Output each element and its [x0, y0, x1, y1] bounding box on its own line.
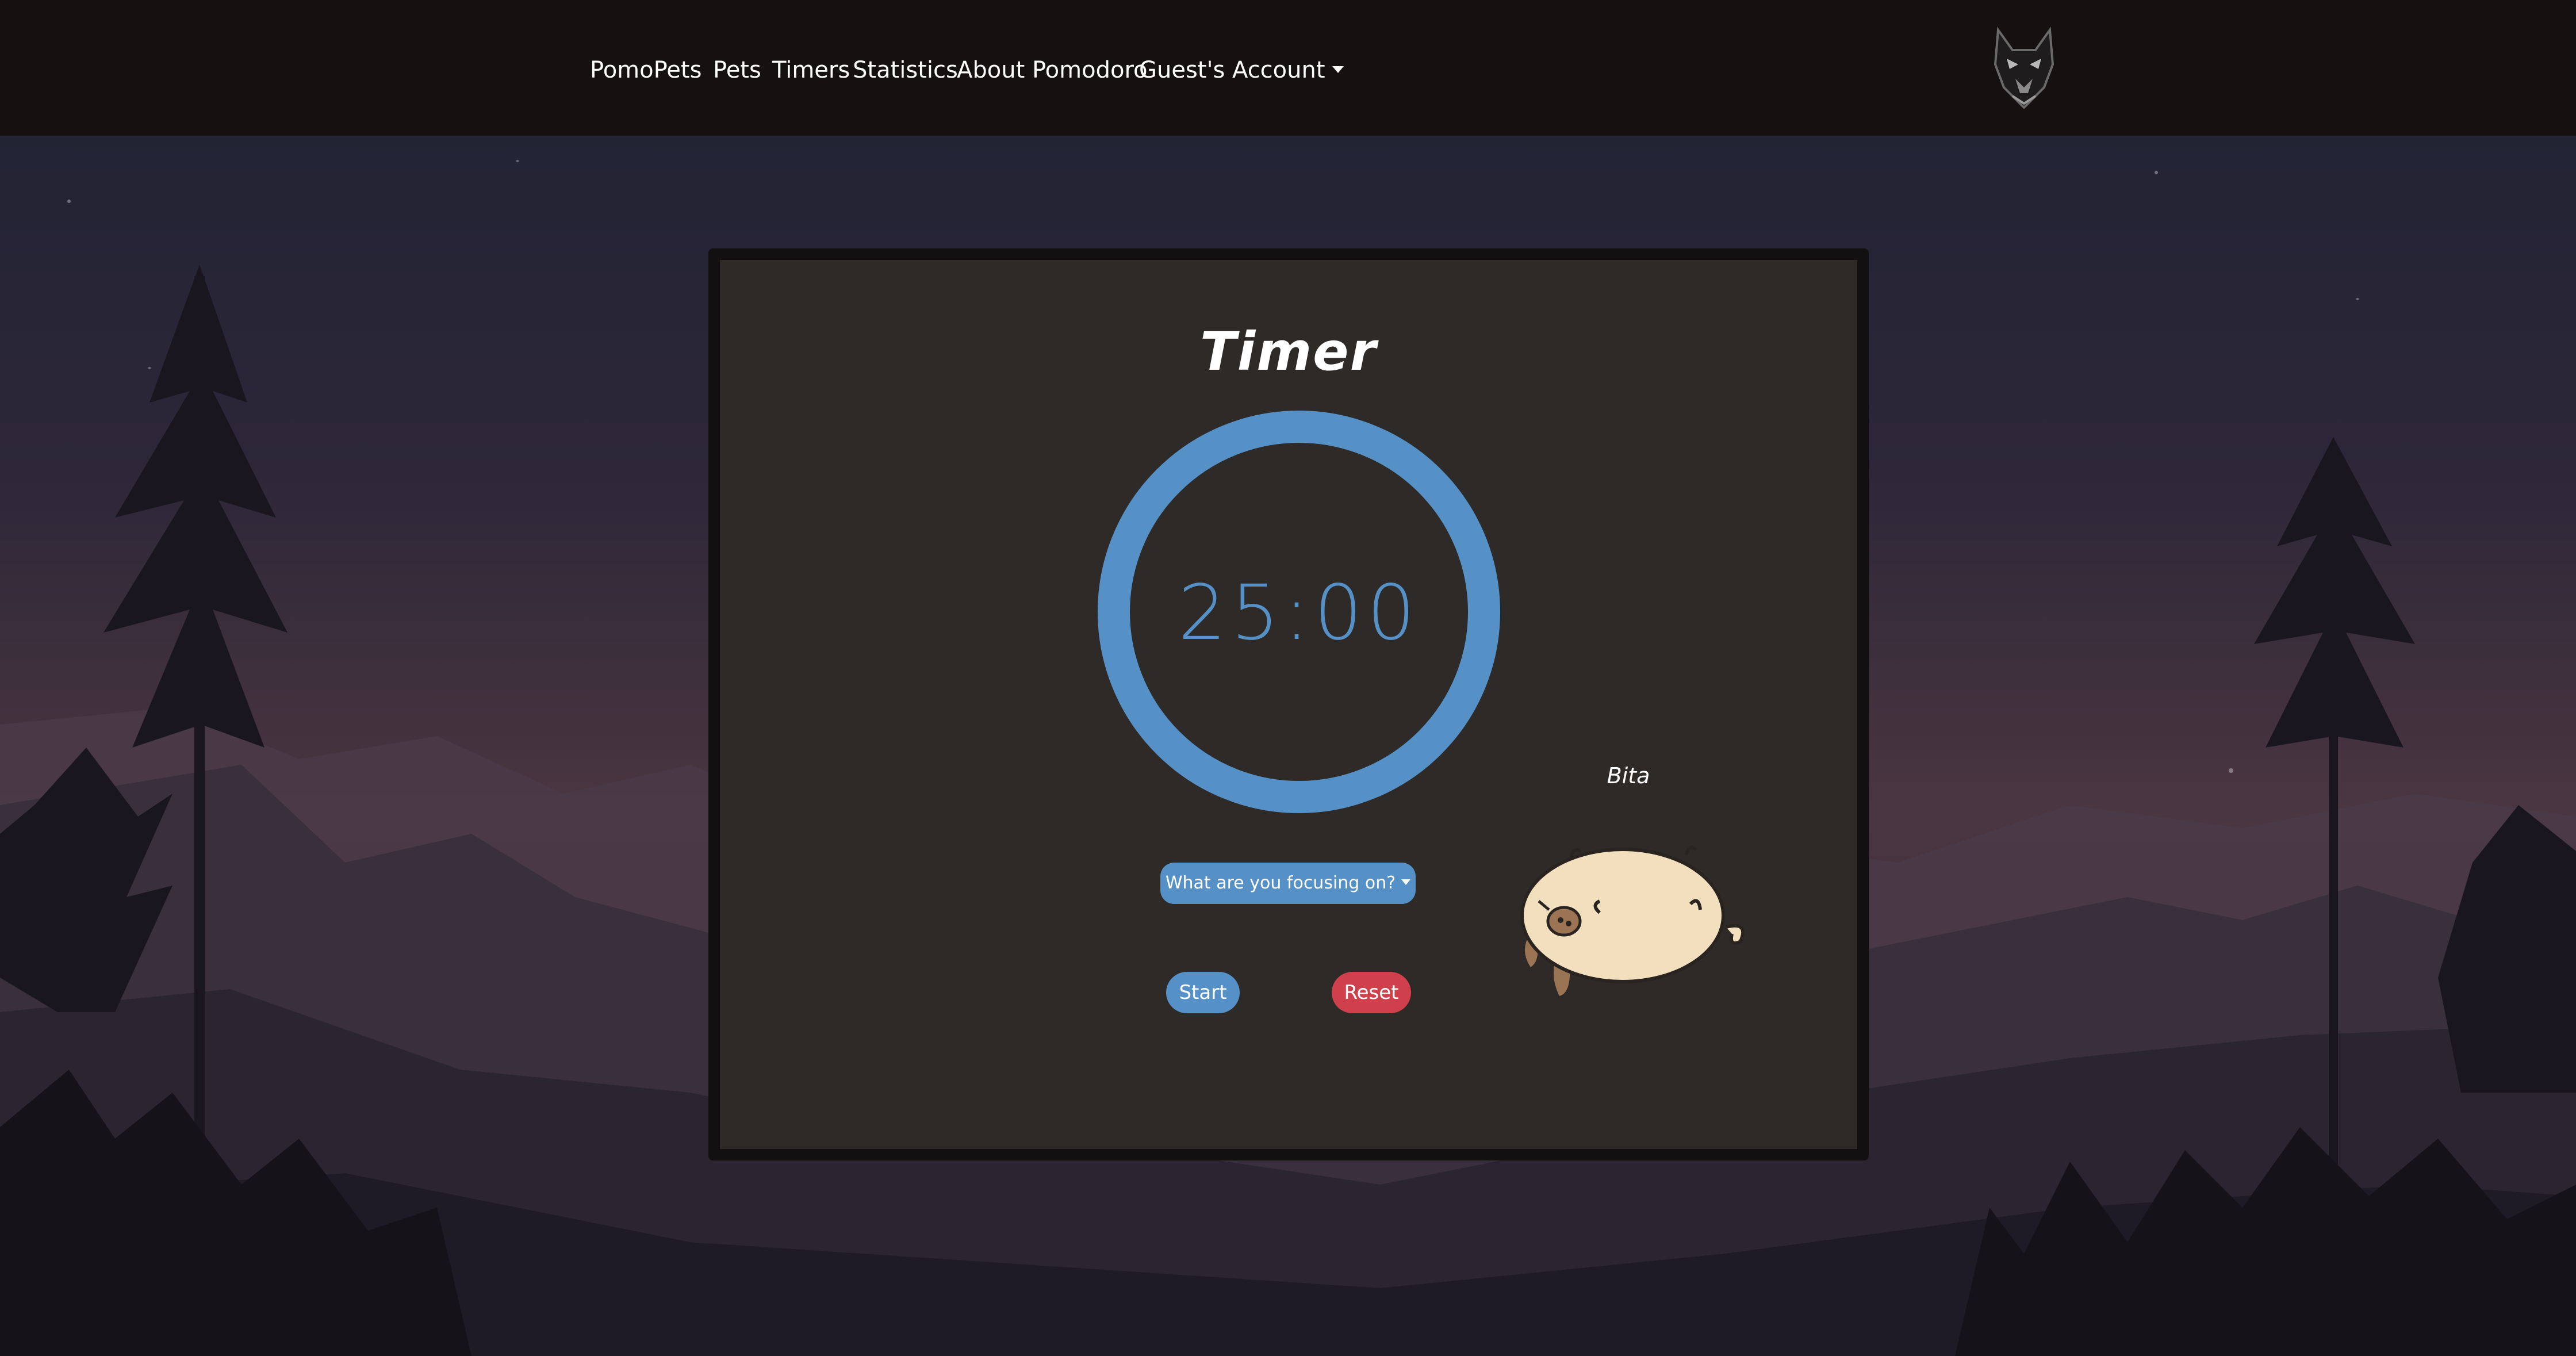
timer-title: Timer [1200, 321, 1377, 382]
start-button[interactable]: Start [1166, 972, 1240, 1013]
brand-link[interactable]: PomoPets [590, 55, 702, 85]
nav-link-statistics[interactable]: Statistics [853, 55, 958, 85]
account-dropdown-label: Guest's Account [1139, 57, 1325, 83]
reset-button[interactable]: Reset [1332, 972, 1411, 1013]
pig-pet-icon [1520, 845, 1745, 996]
wolf-head-icon[interactable] [1987, 24, 2061, 110]
account-dropdown[interactable]: Guest's Account [1139, 55, 1344, 85]
timer-card: Timer 25:00 What are you focusing on? St… [708, 248, 1869, 1160]
focus-task-label: What are you focusing on? [1165, 873, 1396, 893]
pet-name: Bita [1607, 763, 1650, 788]
focus-task-dropdown[interactable]: What are you focusing on? [1160, 863, 1416, 904]
caret-down-icon [1401, 879, 1411, 885]
top-navbar: PomoPets Pets Timers Statistics About Po… [0, 0, 2576, 136]
nav-link-about-pomodoro[interactable]: About Pomodoro [957, 55, 1147, 85]
nav-link-pets[interactable]: Pets [713, 55, 761, 85]
timer-countdown: 25:00 [1178, 569, 1420, 657]
caret-down-icon [1332, 66, 1344, 73]
nav-link-timers[interactable]: Timers [772, 55, 850, 85]
